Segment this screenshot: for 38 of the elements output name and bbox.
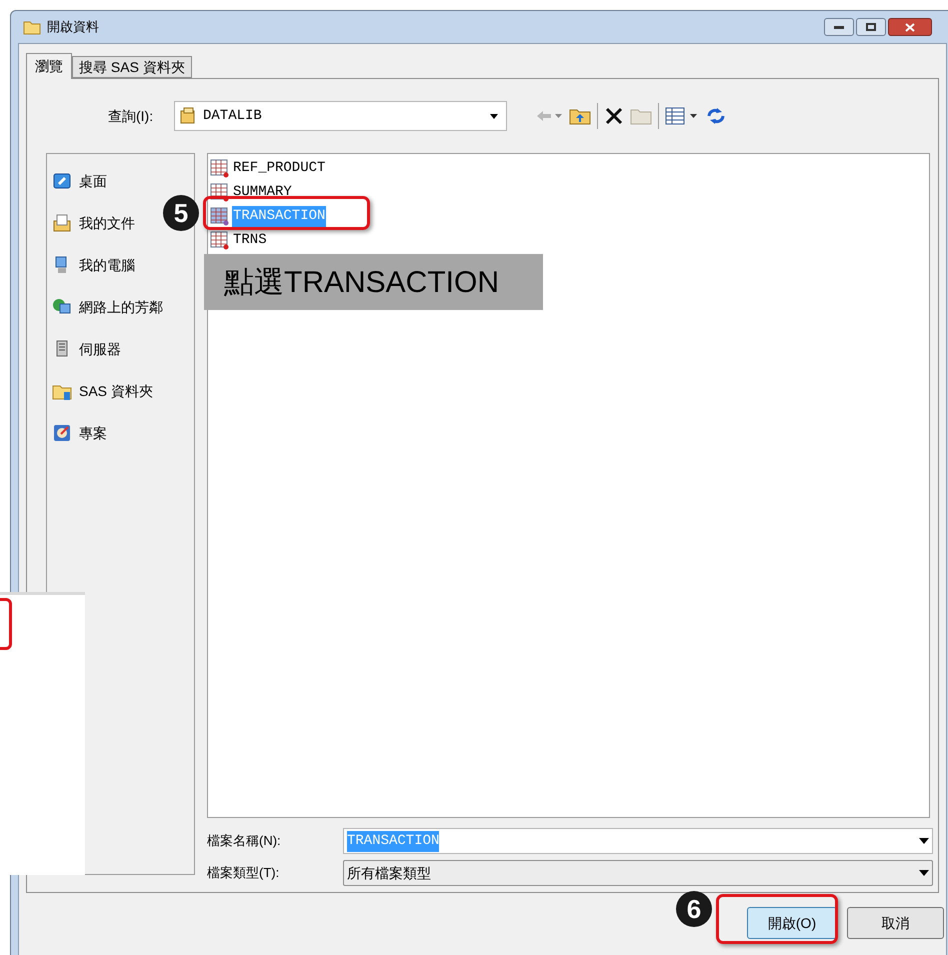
- sidebar-item[interactable]: 網路上的芳鄰: [47, 286, 163, 328]
- callout-label: 點選TRANSACTION: [204, 254, 543, 310]
- sidebar-item[interactable]: 我的文件: [47, 202, 135, 244]
- sidebar-item[interactable]: 我的電腦: [47, 244, 135, 286]
- sidebar-item[interactable]: SAS 資料夾: [47, 370, 153, 412]
- maximize-button[interactable]: [856, 18, 886, 36]
- sidebar-item[interactable]: 專案: [47, 412, 107, 454]
- window-title: 開啟資料: [47, 18, 99, 36]
- sidebar-item[interactable]: 桌面: [47, 160, 107, 202]
- desktop-icon: [51, 171, 73, 191]
- minimize-button[interactable]: [824, 18, 854, 36]
- table-icon: [210, 158, 230, 178]
- refresh-icon[interactable]: [705, 106, 727, 126]
- file-item[interactable]: REF_PRODUCT: [210, 156, 326, 180]
- back-icon[interactable]: [535, 109, 563, 123]
- close-icon: [905, 22, 915, 32]
- delete-icon[interactable]: [604, 106, 624, 126]
- file-item[interactable]: TRNS: [210, 228, 268, 252]
- tab[interactable]: 搜尋 SAS 資料夾: [72, 56, 192, 78]
- file-type-label: 檔案類型(T):: [207, 864, 280, 882]
- cancel-button[interactable]: 取消: [847, 907, 944, 939]
- documents-icon: [51, 213, 73, 233]
- tab[interactable]: 瀏覽: [26, 53, 72, 79]
- view-menu-icon[interactable]: [665, 107, 699, 125]
- sidebar-item[interactable]: 伺服器: [47, 328, 121, 370]
- table-icon: [210, 230, 230, 250]
- close-button[interactable]: [888, 18, 932, 36]
- project-icon: [51, 423, 73, 443]
- library-icon: [179, 107, 197, 125]
- file-item[interactable]: SUMMARY: [210, 180, 293, 204]
- open-button[interactable]: 開啟(O): [747, 907, 837, 939]
- table-icon: [210, 206, 230, 226]
- file-type-dropdown[interactable]: 所有檔案類型: [343, 860, 933, 886]
- look-in-label: 查詢(I):: [108, 106, 154, 126]
- folder-icon: [23, 20, 41, 34]
- look-in-dropdown[interactable]: DATALIB: [174, 101, 507, 131]
- file-name-label: 檔案名稱(N):: [207, 832, 282, 850]
- folder-up-icon[interactable]: [569, 107, 591, 125]
